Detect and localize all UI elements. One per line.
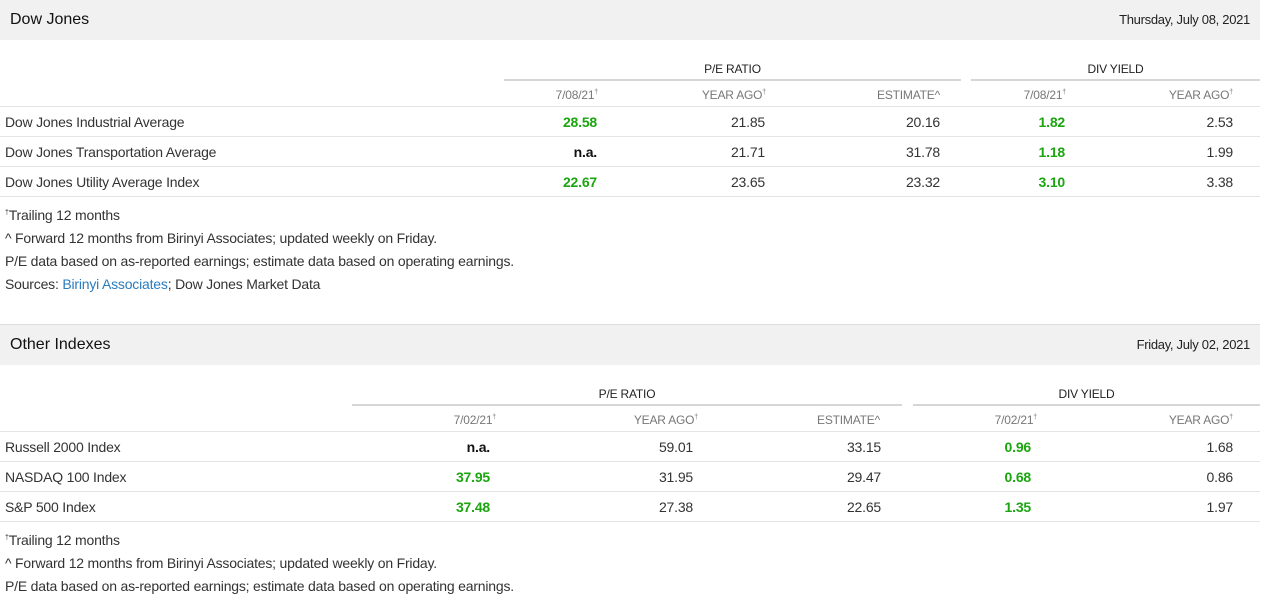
footnote-forward: ^ Forward 12 months from Birinyi Associa…: [5, 230, 437, 246]
div-year-ago-value: 3.38: [1206, 174, 1234, 190]
div-year-ago-value: 1.97: [1206, 499, 1234, 515]
pe-value: 22.67: [562, 174, 597, 190]
estimate-value: 29.47: [846, 469, 881, 485]
pe-ratio-group-label: P/E RATIO: [704, 62, 761, 76]
footnote-pe-data: P/E data based on as-reported earnings; …: [5, 578, 514, 594]
section-date: Friday, July 02, 2021: [1136, 337, 1251, 352]
pe-year-ago-value: 23.65: [730, 174, 765, 190]
section-title: Other Indexes: [10, 336, 111, 353]
section-date: Thursday, July 08, 2021: [1119, 12, 1250, 27]
pe-year-ago-value: 59.01: [658, 439, 693, 455]
index-name[interactable]: Dow Jones Utility Average Index: [5, 174, 200, 190]
footnote-pe-data: P/E data based on as-reported earnings; …: [5, 253, 514, 269]
div-yield-value: 3.10: [1038, 174, 1066, 190]
div-yield-value: 1.18: [1038, 144, 1066, 160]
column-header-div-year-ago: YEAR AGO†: [1168, 413, 1233, 427]
div-yield-group-label: DIV YIELD: [1058, 387, 1115, 401]
estimate-value: 23.32: [905, 174, 940, 190]
column-header-div-year-ago: YEAR AGO†: [1168, 88, 1233, 102]
estimate-value: 33.15: [846, 439, 881, 455]
div-year-ago-value: 0.86: [1206, 469, 1234, 485]
index-name[interactable]: NASDAQ 100 Index: [5, 469, 127, 485]
pe-value: 37.95: [455, 469, 490, 485]
row-divider: [0, 196, 1260, 197]
pe-year-ago-value: 31.95: [658, 469, 693, 485]
div-yield-value: 0.96: [1004, 439, 1032, 455]
pe-year-ago-value: 21.71: [730, 144, 765, 160]
pe-value: 28.58: [562, 114, 597, 130]
section-title: Dow Jones: [10, 11, 90, 28]
row-divider: [0, 521, 1260, 522]
index-name[interactable]: S&P 500 Index: [5, 499, 96, 515]
other-indexes-section: Other Indexes Friday, July 02, 2021 P/E …: [0, 325, 1260, 596]
index-name[interactable]: Dow Jones Industrial Average: [5, 114, 185, 130]
estimate-value: 31.78: [905, 144, 940, 160]
div-year-ago-value: 2.53: [1206, 114, 1234, 130]
div-year-ago-value: 1.99: [1206, 144, 1234, 160]
dow-jones-section: Dow Jones Thursday, July 08, 2021 P/E RA…: [0, 0, 1260, 325]
footnote-sources: Sources: Birinyi Associates; Dow Jones M…: [5, 276, 321, 292]
birinyi-associates-link[interactable]: Birinyi Associates: [62, 276, 168, 292]
column-header-pe-year-ago: YEAR AGO†: [633, 413, 698, 427]
row-divider: [0, 136, 1260, 137]
index-name[interactable]: Dow Jones Transportation Average: [5, 144, 216, 160]
pe-ratio-group-label: P/E RATIO: [598, 387, 656, 401]
index-name[interactable]: Russell 2000 Index: [5, 439, 121, 455]
div-yield-value: 0.68: [1004, 469, 1032, 485]
section-header: Dow Jones Thursday, July 08, 2021: [0, 0, 1260, 40]
div-yield-value: 1.35: [1004, 499, 1032, 515]
estimate-value: 22.65: [846, 499, 881, 515]
estimate-value: 20.16: [905, 114, 940, 130]
footnote-forward: ^ Forward 12 months from Birinyi Associa…: [5, 555, 437, 571]
pe-year-ago-value: 27.38: [658, 499, 693, 515]
pe-value: n.a.: [466, 439, 491, 455]
row-divider: [0, 461, 1260, 462]
pe-value: 37.48: [455, 499, 490, 515]
column-header-div-date: 7/08/21†: [1023, 88, 1067, 102]
pe-ratio-group-rule: [352, 404, 902, 406]
pe-year-ago-value: 21.85: [730, 114, 765, 130]
table-header-rule: [0, 106, 1260, 107]
column-header-pe-date: 7/08/21†: [555, 88, 599, 102]
div-yield-group-label: DIV YIELD: [1087, 62, 1144, 76]
column-header-pe-year-ago: YEAR AGO†: [701, 88, 766, 102]
column-header-estimate: ESTIMATE^: [817, 413, 880, 427]
pe-ratio-group-rule: [504, 79, 961, 81]
section-header: Other Indexes Friday, July 02, 2021: [0, 325, 1260, 365]
table-header-rule: [0, 431, 1260, 432]
column-header-pe-date: 7/02/21†: [453, 413, 497, 427]
pe-value: n.a.: [573, 144, 598, 160]
footnote-trailing: †Trailing 12 months: [5, 532, 120, 548]
footnote-trailing: †Trailing 12 months: [5, 207, 120, 223]
div-yield-group-rule: [971, 79, 1260, 81]
row-divider: [0, 166, 1260, 167]
div-yield-group-rule: [913, 404, 1260, 406]
row-divider: [0, 491, 1260, 492]
column-header-div-date: 7/02/21†: [994, 413, 1038, 427]
column-header-estimate: ESTIMATE^: [877, 88, 940, 102]
div-yield-value: 1.82: [1038, 114, 1066, 130]
div-year-ago-value: 1.68: [1206, 439, 1234, 455]
